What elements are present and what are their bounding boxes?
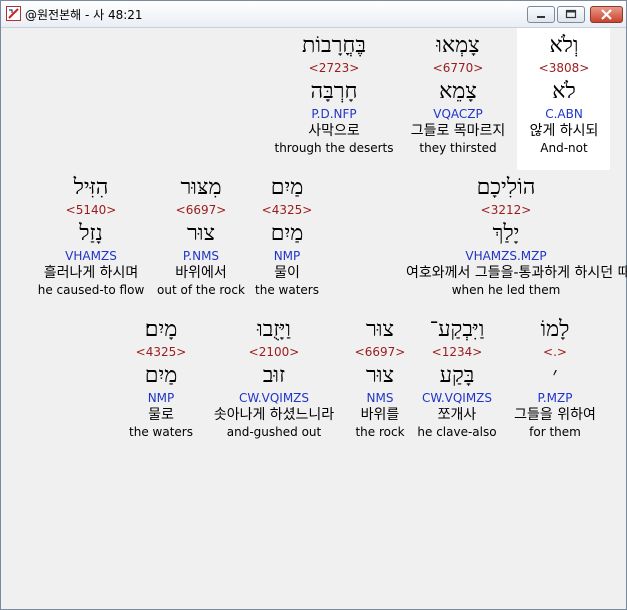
korean-gloss: 사막으로	[308, 123, 360, 139]
interlinear-view: וְלֹא <3808> לֹא C.ABN 않게 하시되 And-not צָ…	[6, 28, 627, 606]
hebrew-word: צָמְאוּ	[436, 33, 480, 58]
hebrew-lemma: לֹא	[552, 79, 576, 104]
parse-code: P.D.NFP	[311, 107, 357, 121]
korean-gloss: 바위에서	[175, 265, 227, 281]
hebrew-lemma: בָּקַע	[439, 363, 475, 388]
word-cell[interactable]: מָיִם׃ <4325> מַיִם NMP 물로 the waters	[124, 316, 198, 440]
hebrew-word: הִזִּיל	[73, 175, 109, 200]
english-gloss: he caused-to flow	[37, 283, 145, 297]
word-cell[interactable]: וְלֹא <3808> לֹא C.ABN 않게 하시되 And-not	[514, 32, 614, 156]
strong-number: <2100>	[248, 345, 300, 359]
word-cell[interactable]: וַיִּבְקַע־ <1234> בָּקַע CW.VQIMZS 쪼개사 …	[412, 316, 502, 440]
hebrew-word: מִצּוּר	[180, 175, 222, 200]
hebrew-word: מַיִם	[270, 175, 304, 200]
hebrew-word: מָיִם׃	[144, 317, 178, 342]
strong-number: <6770>	[432, 61, 484, 75]
strong-number: <3212>	[480, 203, 532, 217]
strong-number: <2723>	[308, 61, 360, 75]
korean-gloss: 바위를	[360, 407, 400, 423]
app-icon	[6, 6, 21, 21]
english-gloss: the rock	[355, 425, 405, 439]
hebrew-lemma: צָמֵא	[439, 79, 477, 104]
korean-gloss: 않게 하시되	[529, 123, 599, 139]
korean-gloss: 물로	[148, 407, 174, 423]
english-gloss: the waters	[255, 283, 319, 297]
hebrew-lemma: חָרְבָּה	[310, 79, 358, 104]
hebrew-word: הוֹלִיכָם	[476, 175, 536, 200]
english-gloss: and-gushed out	[226, 425, 322, 439]
hebrew-lemma: זוּב	[262, 363, 286, 388]
parse-code: VHAMZS.MZP	[465, 249, 547, 263]
korean-gloss: 그들을 위하여	[514, 407, 596, 423]
english-gloss: he clave-also	[417, 425, 497, 439]
word-cell[interactable]: הִזִּיל <5140> נָזַל VHAMZS 흘러나게 하시며 he …	[30, 174, 152, 298]
parse-code: VQACZP	[433, 107, 483, 121]
hebrew-lemma: צוּר	[366, 363, 394, 388]
parse-code: P.NMS	[182, 249, 220, 263]
strong-number: <4325>	[135, 345, 187, 359]
strong-number: <5140>	[65, 203, 117, 217]
app-window: @원전본해 - 사 48:21 וְלֹא <3808> לֹא C.ABN 않…	[0, 0, 627, 610]
hebrew-word: וַיָּזֻבוּ	[257, 317, 291, 342]
english-gloss: when he led them	[451, 283, 561, 297]
parse-code: C.ABN	[545, 107, 583, 121]
strong-number: <6697>	[354, 345, 406, 359]
strong-number: <3808>	[538, 61, 590, 75]
parse-code: NMS	[366, 391, 394, 405]
english-gloss: the waters	[129, 425, 193, 439]
korean-gloss: 물이	[274, 265, 300, 281]
word-cell[interactable]: וַיָּזֻבוּ <2100> זוּב CW.VQIMZS 솟아나게 하셨…	[202, 316, 346, 440]
parse-code: NMP	[147, 391, 175, 405]
strong-number: <4325>	[261, 203, 313, 217]
word-cell[interactable]: מַיִם <4325> מַיִם NMP 물이 the waters	[249, 174, 325, 298]
hebrew-word: וְלֹא	[549, 33, 579, 58]
word-cell[interactable]: מִצּוּר <6697> צוּר P.NMS 바위에서 out of th…	[154, 174, 248, 298]
hebrew-lemma: מַיִם	[144, 363, 178, 388]
hebrew-word: בֶּחֳרָבוֹת	[301, 33, 367, 58]
title-bar[interactable]: @원전본해 - 사 48:21	[1, 1, 626, 28]
hebrew-lemma: יָלַךְ	[492, 221, 520, 246]
word-cell[interactable]: צוּר <6697> צוּר NMS 바위를 the rock	[349, 316, 411, 440]
parse-code: CW.VQIMZS	[238, 391, 310, 405]
hebrew-lemma: מַיִם	[270, 221, 304, 246]
english-gloss: through the deserts	[274, 141, 394, 155]
hebrew-word: צוּר	[366, 317, 394, 342]
english-gloss: they thirsted	[419, 141, 497, 155]
korean-gloss: 흘러나게 하시며	[43, 265, 139, 281]
hebrew-word: לָמוֹ	[540, 317, 570, 342]
hebrew-lemma: נָזַל	[79, 221, 103, 246]
close-icon	[601, 9, 612, 20]
word-cell[interactable]: לָמוֹ <.> ׳ P.MZP 그들을 위하여 for them	[505, 316, 605, 440]
word-cell[interactable]: בֶּחֳרָבוֹת <2723> חָרְבָּה P.D.NFP 사막으로…	[269, 32, 399, 156]
parse-code: CW.VQIMZS	[421, 391, 493, 405]
korean-gloss: 솟아나게 하셨느니라	[213, 407, 335, 423]
korean-gloss: 여호와께서 그들을-통과하게 하시던 때에	[406, 265, 627, 281]
word-cell[interactable]: הוֹלִיכָם <3212> יָלַךְ VHAMZS.MZP 여호와께서…	[406, 174, 627, 298]
strong-number: <6697>	[175, 203, 227, 217]
maximize-button[interactable]	[557, 6, 585, 23]
parse-code: P.MZP	[537, 391, 573, 405]
window-title: @원전본해 - 사 48:21	[25, 8, 143, 22]
english-gloss: And-not	[540, 141, 588, 155]
english-gloss: out of the rock	[157, 283, 245, 297]
strong-number: <.>	[543, 345, 567, 359]
korean-gloss: 쪼개사	[437, 407, 477, 423]
strong-number: <1234>	[431, 345, 483, 359]
korean-gloss: 그들로 목마르지	[410, 123, 506, 139]
maximize-icon	[565, 9, 577, 19]
close-button[interactable]	[590, 6, 623, 23]
minimize-icon	[537, 16, 545, 18]
parse-code: VHAMZS	[65, 249, 117, 263]
minimize-button[interactable]	[527, 6, 555, 23]
english-gloss: for them	[529, 425, 581, 439]
hebrew-word: וַיִּבְקַע־	[429, 317, 485, 342]
hebrew-lemma: ׳	[552, 363, 558, 388]
word-cell[interactable]: צָמְאוּ <6770> צָמֵא VQACZP 그들로 목마르지 the…	[403, 32, 513, 156]
hebrew-lemma: צוּר	[187, 221, 215, 246]
parse-code: NMP	[273, 249, 301, 263]
